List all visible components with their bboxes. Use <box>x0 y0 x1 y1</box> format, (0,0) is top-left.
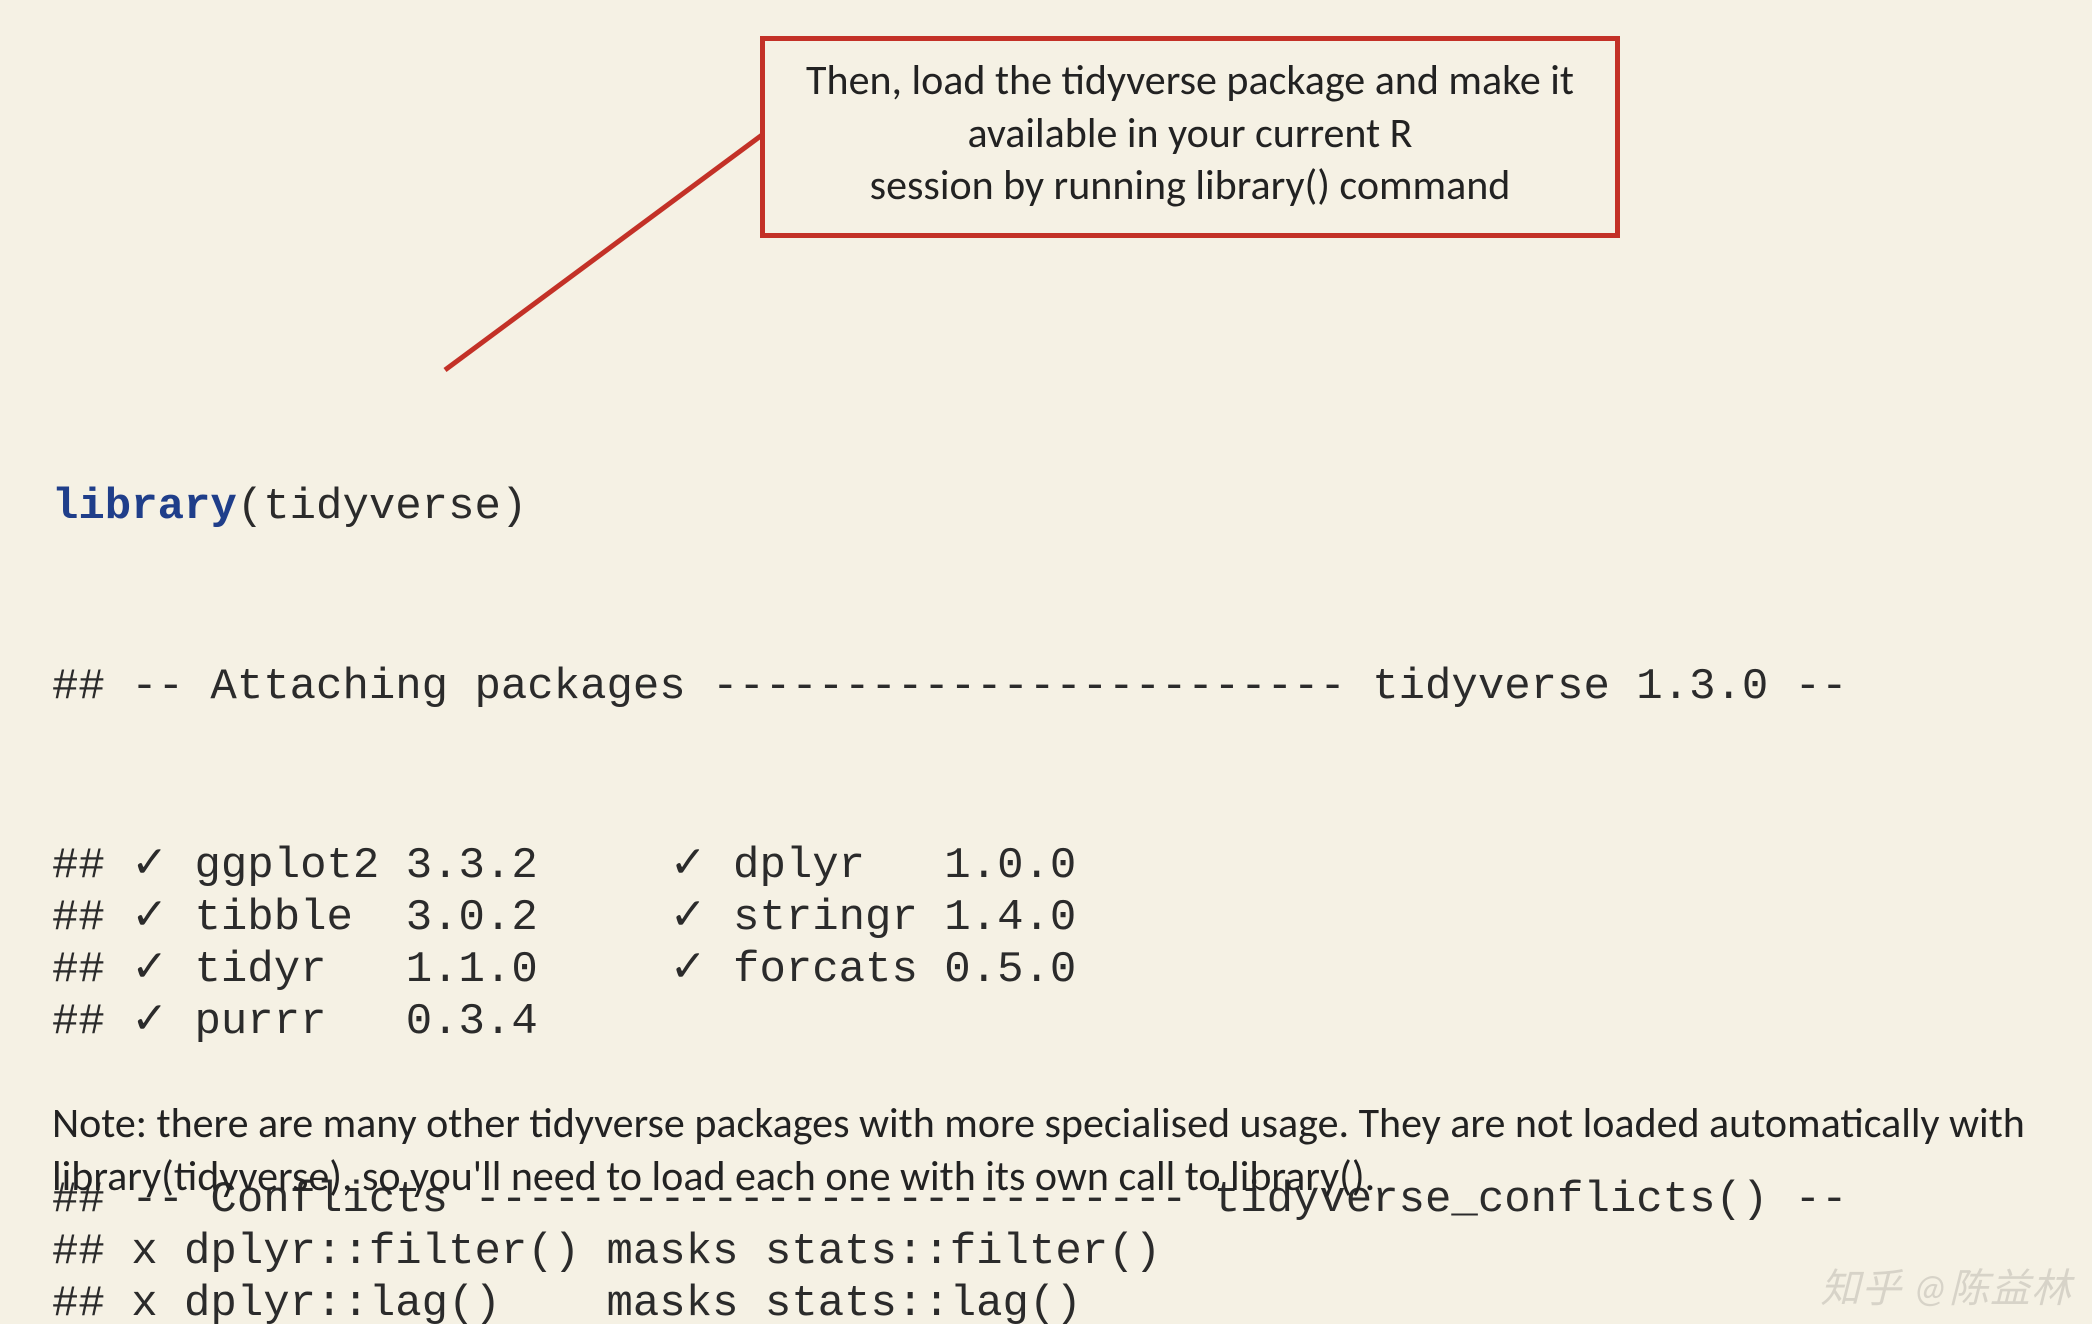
callout-line-3: session by running library() command <box>789 160 1591 213</box>
output-conflict-line-2: ## x dplyr::lag() masks stats::lag() <box>52 1279 1848 1324</box>
output-attaching-header: ## -- Attaching packages ---------------… <box>52 662 1848 714</box>
callout-box: Then, load the tidyverse package and mak… <box>760 36 1620 238</box>
output-pkg-line-4: ## ✓ purrr 0.3.4 <box>52 997 1848 1049</box>
r-keyword-library: library <box>52 482 237 532</box>
slide-canvas: Then, load the tidyverse package and mak… <box>0 0 2092 1324</box>
footnote-text: Note: there are many other tidyverse pac… <box>52 1098 2040 1204</box>
callout-line-1: Then, load the tidyverse package and mak… <box>789 55 1591 108</box>
watermark-text: 知乎 @陈益林 <box>1820 1256 2072 1314</box>
output-pkg-line-2: ## ✓ tibble 3.0.2 ✓ stringr 1.4.0 <box>52 893 1848 945</box>
output-pkg-line-1: ## ✓ ggplot2 3.3.2 ✓ dplyr 1.0.0 <box>52 841 1848 893</box>
output-packages-group: ## ✓ ggplot2 3.3.2 ✓ dplyr 1.0.0## ✓ tib… <box>52 841 1848 1049</box>
callout-line-2: available in your current R <box>789 108 1591 161</box>
r-command-line: library(tidyverse) <box>52 482 1848 534</box>
r-command-rest: (tidyverse) <box>237 482 527 532</box>
output-pkg-line-3: ## ✓ tidyr 1.1.0 ✓ forcats 0.5.0 <box>52 945 1848 997</box>
output-conflict-line-1: ## x dplyr::filter() masks stats::filter… <box>52 1227 1848 1279</box>
